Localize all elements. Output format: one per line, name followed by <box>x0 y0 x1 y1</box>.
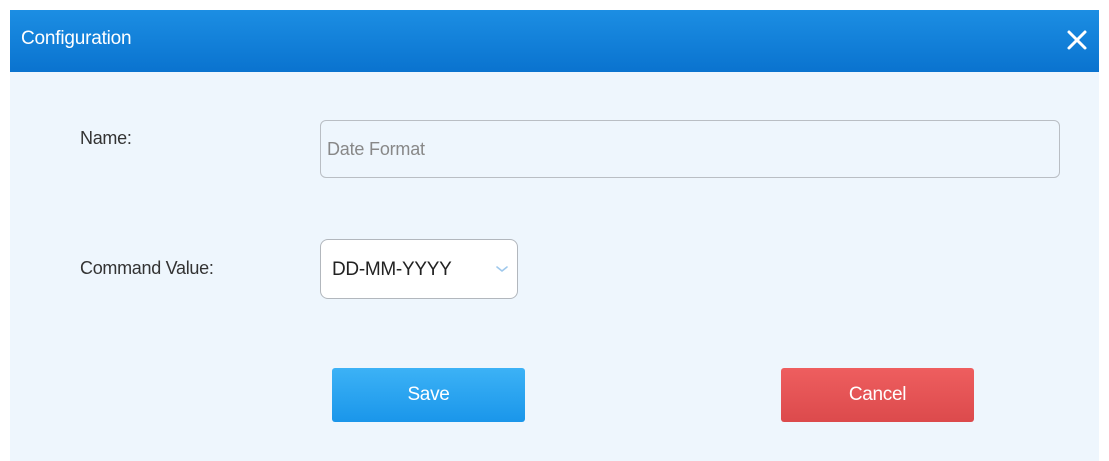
chevron-down-icon <box>496 266 508 272</box>
dialog-titlebar: Configuration <box>10 10 1099 72</box>
command-value-label: Command Value: <box>80 258 214 278</box>
cancel-button[interactable]: Cancel <box>781 368 974 422</box>
close-icon[interactable] <box>1061 24 1093 56</box>
configuration-dialog: Configuration Name: Command Value: DD-MM… <box>10 10 1099 461</box>
dialog-title: Configuration <box>21 28 132 49</box>
name-label: Name: <box>80 128 132 148</box>
save-button[interactable]: Save <box>332 368 525 422</box>
name-input[interactable] <box>320 120 1060 178</box>
command-value-select[interactable]: DD-MM-YYYY <box>320 239 518 299</box>
command-value-selected: DD-MM-YYYY <box>332 259 452 280</box>
